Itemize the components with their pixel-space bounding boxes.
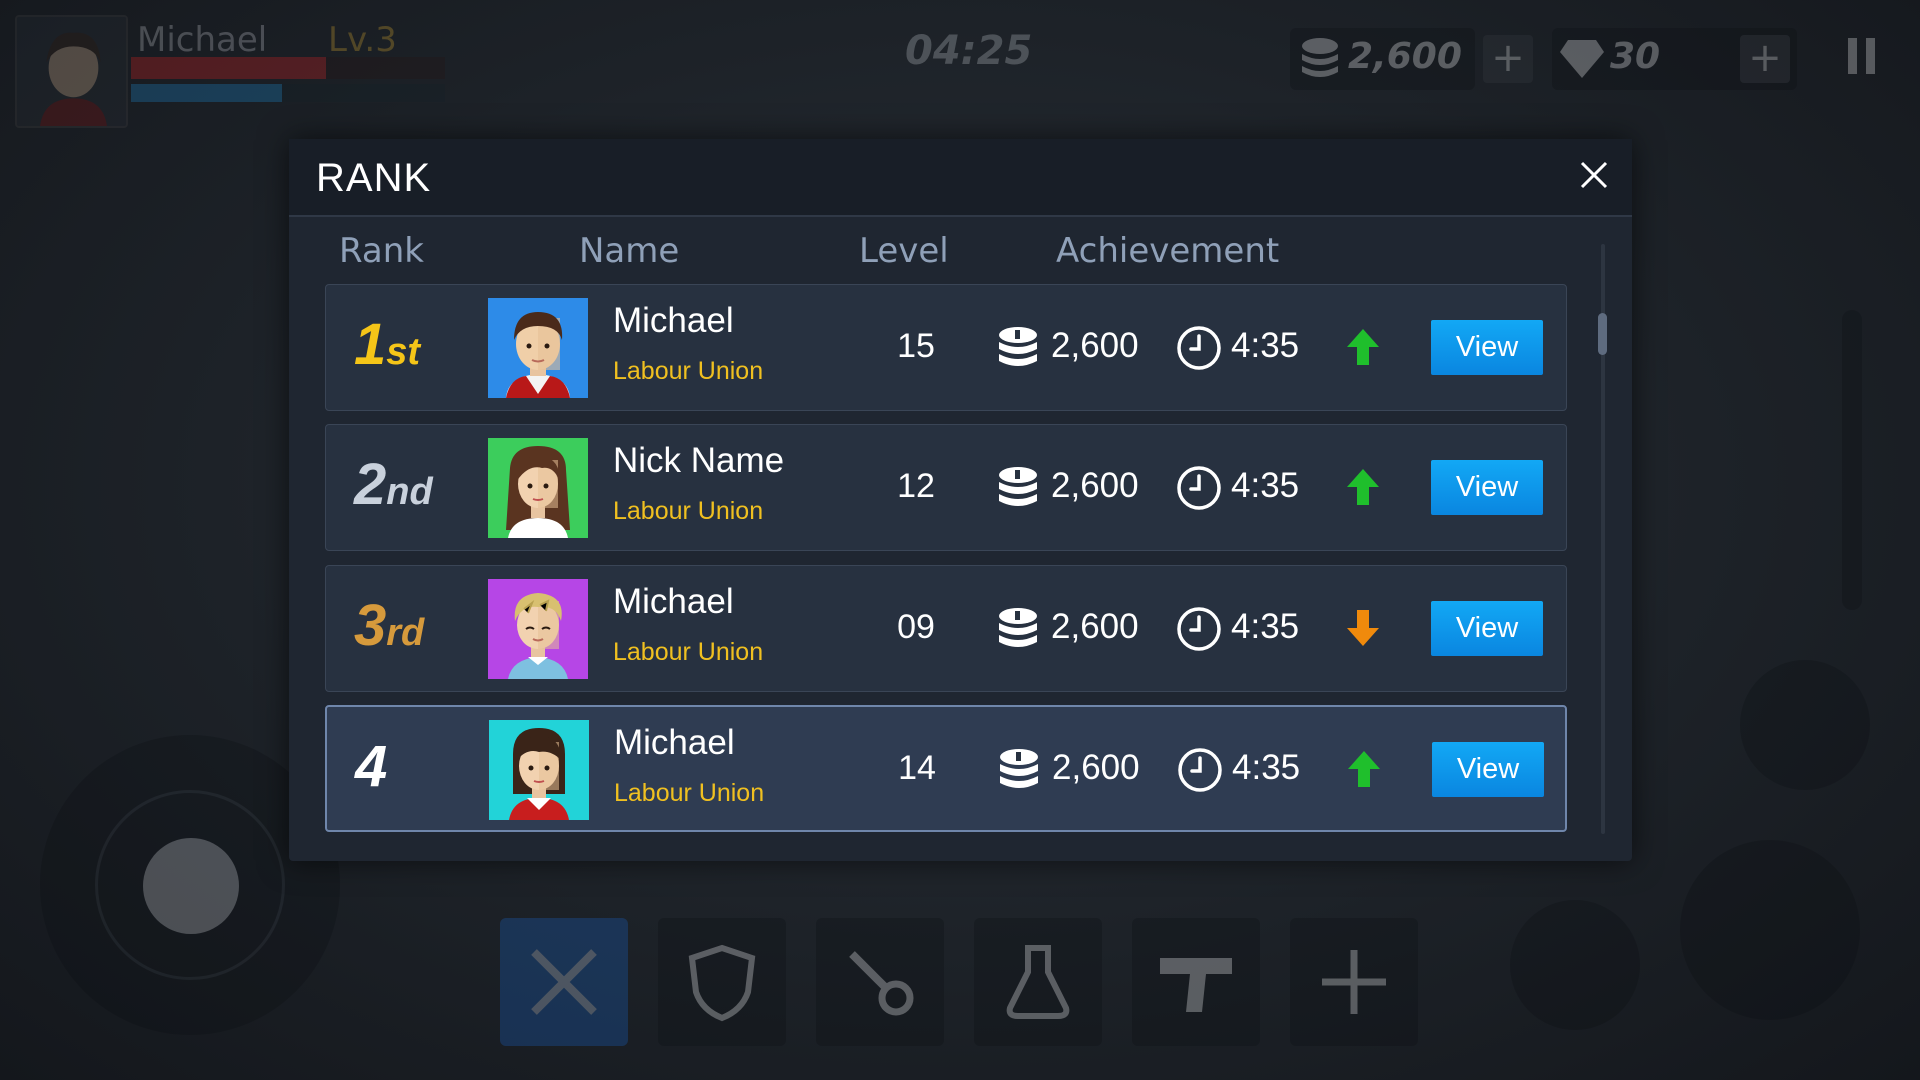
time-value: 4:35: [1231, 607, 1300, 646]
dialog-header: [289, 139, 1632, 217]
crossed-swords-icon: [531, 949, 597, 1015]
player-name: Michael: [613, 582, 734, 621]
rank-number: 3: [354, 593, 387, 658]
slot-key[interactable]: [816, 918, 944, 1046]
coins-icon: [1298, 36, 1342, 86]
rank-suffix: rd: [386, 612, 425, 654]
view-button[interactable]: View: [1431, 320, 1543, 375]
slot-add[interactable]: [1290, 918, 1418, 1046]
coins-value: 2,600: [1052, 748, 1140, 787]
guild-name: Labour Union: [613, 357, 764, 385]
gems-amount: 30: [1610, 36, 1661, 77]
player-name: Michael: [613, 301, 734, 340]
clock-icon: [1176, 606, 1222, 652]
joystick-knob[interactable]: [143, 838, 239, 934]
player-avatar: [488, 298, 588, 398]
rank-position: 4: [355, 733, 475, 803]
rank-number: 2: [354, 452, 387, 517]
arrow-up-icon: [1346, 467, 1380, 507]
coins-value: 2,600: [1051, 466, 1139, 505]
rank-suffix: st: [386, 331, 421, 373]
rank-row[interactable]: 1st Michael Labour Union 15 2,600 4:35 V…: [325, 284, 1567, 411]
player-avatar: [489, 720, 589, 820]
player-avatar: [488, 438, 588, 538]
coins-value: 2,600: [1051, 607, 1139, 646]
player-level: 09: [897, 608, 935, 646]
rank-number: 1: [354, 312, 387, 377]
rank-row[interactable]: 3rd Michael Labour Union 09 2,600 4:35 V…: [325, 565, 1567, 692]
hud-player-name: Michael: [137, 20, 268, 60]
pause-button[interactable]: [1848, 38, 1876, 74]
player-level: 12: [897, 467, 935, 505]
rank-dialog: RANK Rank Name Level Achievement 1st Mic…: [289, 139, 1632, 861]
time-value: 4:35: [1231, 466, 1300, 505]
coins-icon: [996, 465, 1040, 511]
pistol-icon: [1160, 958, 1232, 1012]
shield-icon: [688, 944, 756, 1022]
health-bar: [131, 57, 445, 79]
potion-icon: [1006, 945, 1070, 1019]
guild-name: Labour Union: [614, 779, 765, 807]
slot-swords[interactable]: [500, 918, 628, 1046]
player-level: 15: [897, 327, 935, 365]
slot-shield[interactable]: [658, 918, 786, 1046]
rank-position: 2nd: [354, 451, 474, 521]
player-name: Nick Name: [613, 441, 785, 480]
clock-icon: [1176, 325, 1222, 371]
arrow-down-icon: [1346, 608, 1380, 648]
close-icon: [1580, 161, 1608, 189]
player-portrait: [15, 15, 128, 128]
mana-bar-fill: [131, 84, 282, 102]
dialog-title: RANK: [316, 156, 432, 200]
key-icon: [849, 951, 914, 1016]
view-button[interactable]: View: [1431, 460, 1543, 515]
pause-icon: [1848, 38, 1857, 74]
guild-name: Labour Union: [613, 638, 764, 666]
column-header-name: Name: [579, 231, 680, 271]
guild-name: Labour Union: [613, 497, 764, 525]
clock-icon: [1176, 465, 1222, 511]
player-name: Michael: [614, 723, 735, 762]
view-button[interactable]: View: [1432, 742, 1544, 797]
arrow-up-icon: [1347, 749, 1381, 789]
scrollbar-thumb[interactable]: [1598, 313, 1607, 355]
gem-icon: [1560, 38, 1604, 82]
column-header-rank: Rank: [339, 231, 424, 271]
rank-row[interactable]: 2nd Nick Name Labour Union 12 2,600 4:35…: [325, 424, 1567, 551]
player-level: 14: [898, 749, 936, 787]
jump-button[interactable]: [1740, 660, 1870, 790]
arrow-up-icon: [1346, 327, 1380, 367]
rank-suffix: nd: [386, 471, 433, 513]
view-button[interactable]: View: [1431, 601, 1543, 656]
add-gems-button[interactable]: +: [1740, 35, 1790, 83]
sprint-button[interactable]: [1510, 900, 1640, 1030]
rank-row[interactable]: 4 Michael Labour Union 14 2,600 4:35 Vie…: [325, 705, 1567, 832]
plus-icon: [1322, 950, 1386, 1014]
coins-icon: [996, 606, 1040, 652]
health-bar-fill: [131, 57, 326, 79]
coins-icon: [997, 747, 1041, 793]
slot-potion[interactable]: [974, 918, 1102, 1046]
coins-value: 2,600: [1051, 326, 1139, 365]
aim-button[interactable]: [1680, 840, 1860, 1020]
coins-amount: 2,600: [1348, 36, 1462, 77]
column-header-level: Level: [859, 231, 949, 271]
time-value: 4:35: [1231, 326, 1300, 365]
match-timer: 04:25: [905, 28, 1033, 74]
zoom-slider[interactable]: [1842, 310, 1862, 610]
time-value: 4:35: [1232, 748, 1301, 787]
player-avatar-icon: [17, 17, 126, 126]
slot-pistol[interactable]: [1132, 918, 1260, 1046]
hud-player-level: Lv.3: [328, 20, 397, 60]
mana-bar: [131, 84, 445, 102]
rank-number: 4: [355, 734, 388, 799]
column-header-achievement: Achievement: [1056, 231, 1280, 271]
add-coins-button[interactable]: +: [1483, 35, 1533, 83]
clock-icon: [1177, 747, 1223, 793]
close-button[interactable]: [1574, 155, 1614, 195]
rank-position: 3rd: [354, 592, 474, 662]
rank-position: 1st: [354, 311, 474, 381]
coins-icon: [996, 325, 1040, 371]
player-avatar: [488, 579, 588, 679]
